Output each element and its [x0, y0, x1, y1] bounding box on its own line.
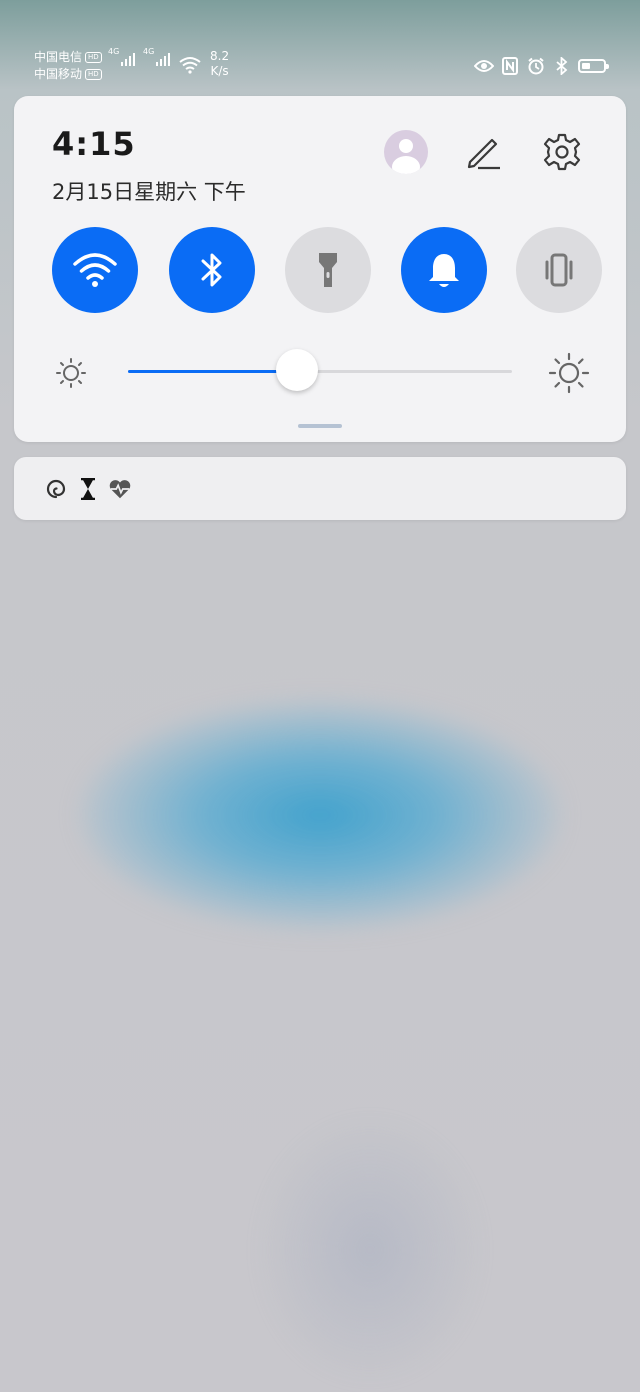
brightness-fill — [128, 370, 297, 373]
battery-icon — [578, 59, 609, 73]
network-type-2: 4G — [143, 47, 155, 56]
quick-tiles — [52, 227, 602, 313]
sound-tile[interactable] — [401, 227, 487, 313]
notification-strip[interactable] — [14, 457, 626, 520]
spiral-app-icon — [44, 477, 68, 501]
brightness-low-icon — [56, 358, 86, 388]
hd-badge: HD — [85, 52, 102, 63]
carrier-2-label: 中国移动 — [34, 67, 83, 81]
hourglass-icon — [76, 477, 100, 501]
avatar-icon[interactable] — [384, 130, 428, 174]
wallpaper-shadow — [260, 1120, 480, 1380]
wifi-tile[interactable] — [52, 227, 138, 313]
alarm-icon — [526, 56, 546, 76]
panel-expand-handle[interactable] — [298, 424, 342, 428]
bluetooth-icon — [201, 253, 222, 287]
speed-unit: K/s — [210, 64, 229, 78]
carrier-info: 中国电信 HD 中国移动 HD — [34, 49, 102, 83]
flashlight-tile[interactable] — [285, 227, 371, 313]
flashlight-icon — [319, 253, 337, 287]
quick-settings-panel: 4:15 2月15日星期六 下午 — [14, 96, 626, 442]
nfc-icon — [500, 56, 520, 76]
wallpaper-blob — [80, 700, 560, 930]
signal-2-icon: 4G — [143, 47, 172, 66]
wifi-status-icon — [179, 57, 201, 74]
eye-icon — [474, 56, 494, 76]
status-icons — [474, 56, 609, 76]
clock-date: 2月15日星期六 下午 — [52, 180, 246, 204]
vibrate-tile[interactable] — [516, 227, 602, 313]
bluetooth-tile[interactable] — [169, 227, 255, 313]
edit-icon[interactable] — [464, 132, 504, 172]
signal-1-icon: 4G — [108, 47, 137, 66]
speed-value: 8.2 — [210, 49, 230, 63]
bell-icon — [429, 254, 459, 287]
settings-icon[interactable] — [541, 131, 583, 173]
network-speed: 8.2 K/s — [210, 49, 229, 79]
brightness-thumb[interactable] — [275, 349, 318, 391]
hd-badge: HD — [85, 69, 102, 80]
heart-pulse-icon — [108, 477, 132, 501]
vibrate-icon — [545, 253, 573, 287]
notification-icons — [44, 477, 132, 501]
clock-time: 4:15 — [52, 125, 136, 163]
network-type-1: 4G — [108, 47, 120, 56]
bluetooth-icon — [552, 56, 572, 76]
status-bar: 中国电信 HD 中国移动 HD 4G 4G 8.2 K/s — [0, 0, 640, 90]
brightness-slider[interactable] — [128, 349, 512, 391]
carrier-1-label: 中国电信 — [34, 50, 83, 64]
brightness-high-icon — [548, 352, 590, 394]
wifi-icon — [73, 253, 117, 287]
